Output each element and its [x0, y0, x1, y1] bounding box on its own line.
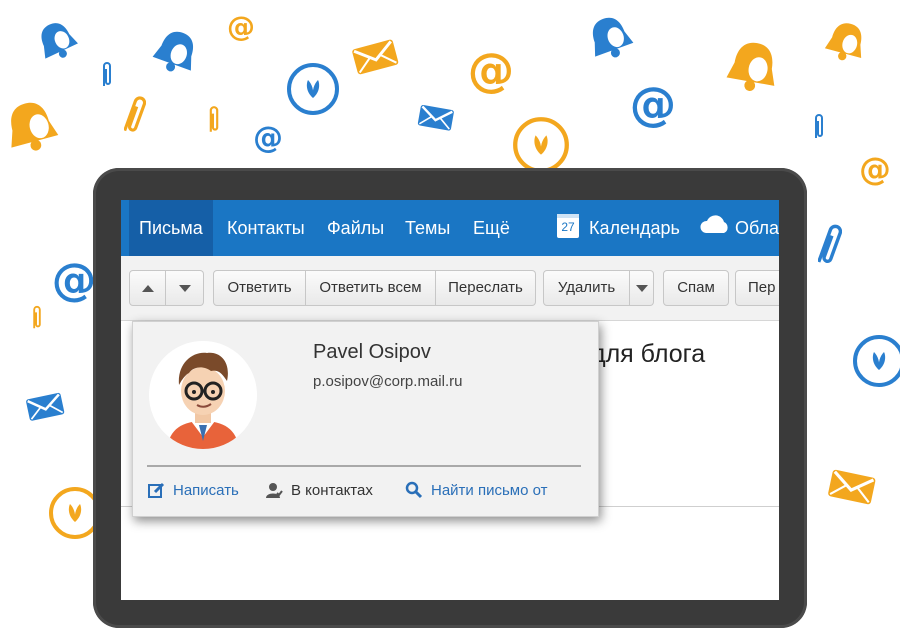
contact-email[interactable]: p.osipov@corp.mail.ru — [313, 373, 462, 390]
prev-message-button[interactable] — [129, 270, 166, 306]
write-label: Написать — [173, 482, 239, 499]
bell-icon — [34, 18, 80, 64]
arrow-up-icon — [141, 284, 154, 292]
next-message-button[interactable] — [166, 270, 204, 306]
forward-button[interactable]: Переслать — [436, 270, 536, 306]
compose-icon — [147, 481, 165, 503]
paperclip-icon — [124, 92, 146, 140]
at-sign-icon: @ — [628, 80, 678, 130]
nav-more[interactable]: Ещё — [473, 200, 510, 256]
at-sign-icon: @ — [50, 256, 98, 304]
card-separator — [147, 465, 581, 467]
bell-icon — [150, 26, 202, 78]
nav-calendar[interactable]: Календарь — [589, 200, 680, 256]
bell-icon — [822, 18, 870, 66]
arrow-down-icon — [178, 284, 191, 292]
cloud-icon[interactable] — [699, 200, 733, 256]
paperclip-icon — [206, 104, 222, 136]
paperclip-icon — [812, 112, 826, 142]
message-subject: для блога — [591, 340, 706, 368]
in-contacts-label: В контактах — [291, 482, 373, 499]
envelope-icon — [826, 464, 878, 508]
calendar-icon[interactable]: 27 — [557, 214, 579, 238]
envelope-icon — [416, 100, 456, 134]
in-contacts-link[interactable]: В контактах — [266, 482, 373, 499]
paperclip-icon — [100, 60, 114, 90]
leaf-circle-icon — [512, 116, 570, 174]
delete-options-button[interactable] — [630, 270, 654, 306]
delete-button[interactable]: Удалить — [543, 270, 630, 306]
nav-files[interactable]: Файлы — [327, 200, 384, 256]
nav-contacts[interactable]: Контакты — [227, 200, 305, 256]
svg-text:@: @ — [859, 153, 891, 187]
top-nav: Письма Контакты Файлы Темы Ещё 27 Календ… — [121, 200, 779, 256]
leaf-circle-icon — [286, 62, 340, 116]
nav-themes[interactable]: Темы — [405, 200, 450, 256]
reply-button[interactable]: Ответить — [213, 270, 306, 306]
toolbar: Ответить Ответить всем Переслать Удалить… — [121, 256, 779, 321]
nav-cloud[interactable]: Обла — [735, 200, 779, 256]
bell-icon — [584, 12, 636, 64]
svg-text:@: @ — [468, 46, 515, 96]
at-sign-icon: @ — [252, 122, 284, 154]
at-sign-icon: @ — [858, 153, 892, 187]
svg-text:@: @ — [630, 80, 677, 130]
find-mail-label: Найти письмо от — [431, 482, 548, 499]
reply-all-button[interactable]: Ответить всем — [306, 270, 436, 306]
avatar — [149, 341, 257, 449]
svg-text:@: @ — [253, 122, 283, 154]
at-sign-icon: @ — [466, 46, 516, 96]
chevron-down-icon — [635, 284, 648, 292]
contact-person-icon — [265, 481, 283, 503]
bell-icon — [722, 36, 784, 98]
svg-text:@: @ — [52, 256, 97, 304]
nav-letters[interactable]: Письма — [129, 200, 213, 256]
bell-icon — [0, 96, 62, 158]
more-button[interactable]: Пер — [735, 270, 779, 306]
contact-name: Pavel Osipov — [313, 341, 431, 363]
find-mail-link[interactable]: Найти письмо от — [405, 481, 548, 499]
envelope-icon — [24, 388, 66, 424]
at-sign-icon: @ — [226, 12, 256, 42]
spam-button[interactable]: Спам — [663, 270, 729, 306]
paperclip-icon — [30, 304, 44, 332]
contact-card: Pavel Osipov p.osipov@corp.mail.ru Напис… — [132, 321, 599, 517]
search-icon — [405, 481, 423, 503]
write-link[interactable]: Написать — [148, 482, 239, 499]
svg-text:@: @ — [227, 12, 255, 42]
paperclip-icon — [818, 220, 842, 272]
envelope-icon — [350, 36, 400, 76]
leaf-circle-icon — [852, 334, 900, 388]
